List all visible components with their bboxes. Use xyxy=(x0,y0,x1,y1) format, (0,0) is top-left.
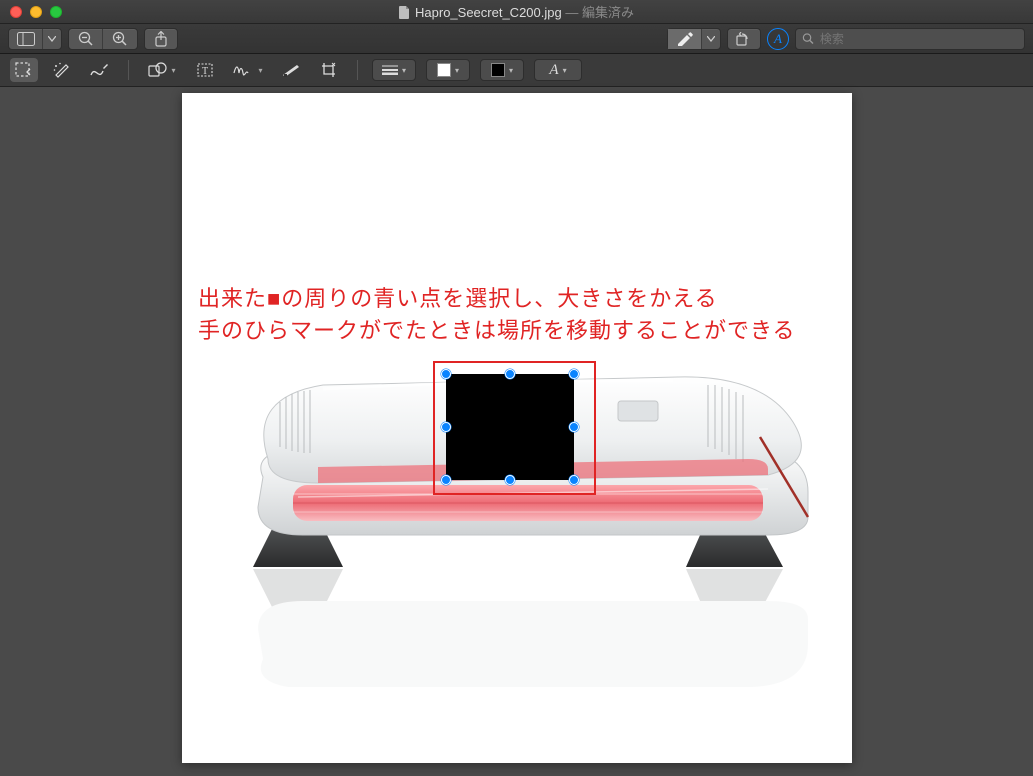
main-toolbar: A xyxy=(0,24,1033,54)
resize-handle-s[interactable] xyxy=(505,475,515,485)
zoom-out-button[interactable] xyxy=(69,29,103,49)
markup-toolbar: ▾ T ▾ ▾ ▾ ▾ A ▾ xyxy=(0,54,1033,87)
close-window-button[interactable] xyxy=(10,6,22,18)
edited-label: — 編集済み xyxy=(562,5,634,20)
sign-tool[interactable]: ▾ xyxy=(229,58,267,82)
resize-handle-sw[interactable] xyxy=(441,475,451,485)
annotation-text: 出来た■の周りの青い点を選択し、大きさをかえる 手のひらマークがでたときは場所を… xyxy=(198,283,796,347)
titlebar: Hapro_Seecret_C200.jpg — 編集済み xyxy=(0,0,1033,24)
sidebar-dropdown-button[interactable] xyxy=(43,29,61,49)
black-rectangle-shape[interactable] xyxy=(446,374,574,480)
draw-tool[interactable] xyxy=(86,58,114,82)
text-tool[interactable]: T xyxy=(191,58,219,82)
separator xyxy=(128,60,129,80)
document[interactable]: 出来た■の周りの青い点を選択し、大きさをかえる 手のひらマークがでたときは場所を… xyxy=(182,93,852,763)
separator xyxy=(357,60,358,80)
annotation-line-1: 出来た■の周りの青い点を選択し、大きさをかえる xyxy=(198,283,796,315)
markup-toggle-button[interactable] xyxy=(668,29,702,49)
fill-color-dropdown[interactable]: ▾ xyxy=(480,59,524,81)
sidebar-toggle-button[interactable] xyxy=(9,29,43,49)
share-button[interactable] xyxy=(144,28,178,50)
search-input[interactable] xyxy=(820,32,1018,46)
instant-alpha-tool[interactable] xyxy=(48,58,76,82)
zoom-in-button[interactable] xyxy=(103,29,137,49)
search-icon xyxy=(802,32,814,45)
window-title: Hapro_Seecret_C200.jpg — 編集済み xyxy=(0,2,1033,21)
product-reflection xyxy=(208,563,826,769)
markup-toggle-group xyxy=(667,28,721,50)
resize-handle-w[interactable] xyxy=(441,422,451,432)
search-field[interactable] xyxy=(795,28,1025,50)
fullscreen-window-button[interactable] xyxy=(50,6,62,18)
minimize-window-button[interactable] xyxy=(30,6,42,18)
document-icon xyxy=(399,6,410,19)
markup-dropdown-button[interactable] xyxy=(702,29,720,49)
resize-handle-e[interactable] xyxy=(569,422,579,432)
line-style-dropdown[interactable]: ▾ xyxy=(372,59,416,81)
selection-tool[interactable] xyxy=(10,58,38,82)
window-controls xyxy=(0,6,62,18)
markup-annotate-button[interactable]: A xyxy=(767,28,789,50)
annotation-line-2: 手のひらマークがでたときは場所を移動することができる xyxy=(198,315,796,347)
svg-text:T: T xyxy=(202,66,208,77)
adjust-color-tool[interactable] xyxy=(277,58,305,82)
filename-label: Hapro_Seecret_C200.jpg xyxy=(415,5,562,20)
shapes-tool[interactable]: ▾ xyxy=(143,58,181,82)
resize-handle-nw[interactable] xyxy=(441,369,451,379)
canvas-area[interactable]: 出来た■の周りの青い点を選択し、大きさをかえる 手のひらマークがでたときは場所を… xyxy=(0,87,1033,776)
font-label: A xyxy=(549,62,558,79)
crop-tool[interactable] xyxy=(315,58,343,82)
border-color-dropdown[interactable]: ▾ xyxy=(426,59,470,81)
rotate-button[interactable] xyxy=(727,28,761,50)
font-style-dropdown[interactable]: A ▾ xyxy=(534,59,582,81)
zoom-group xyxy=(68,28,138,50)
resize-handle-se[interactable] xyxy=(569,475,579,485)
resize-handle-ne[interactable] xyxy=(569,369,579,379)
sidebar-toggle-group xyxy=(8,28,62,50)
markup-badge-label: A xyxy=(774,31,782,47)
resize-handle-n[interactable] xyxy=(505,369,515,379)
